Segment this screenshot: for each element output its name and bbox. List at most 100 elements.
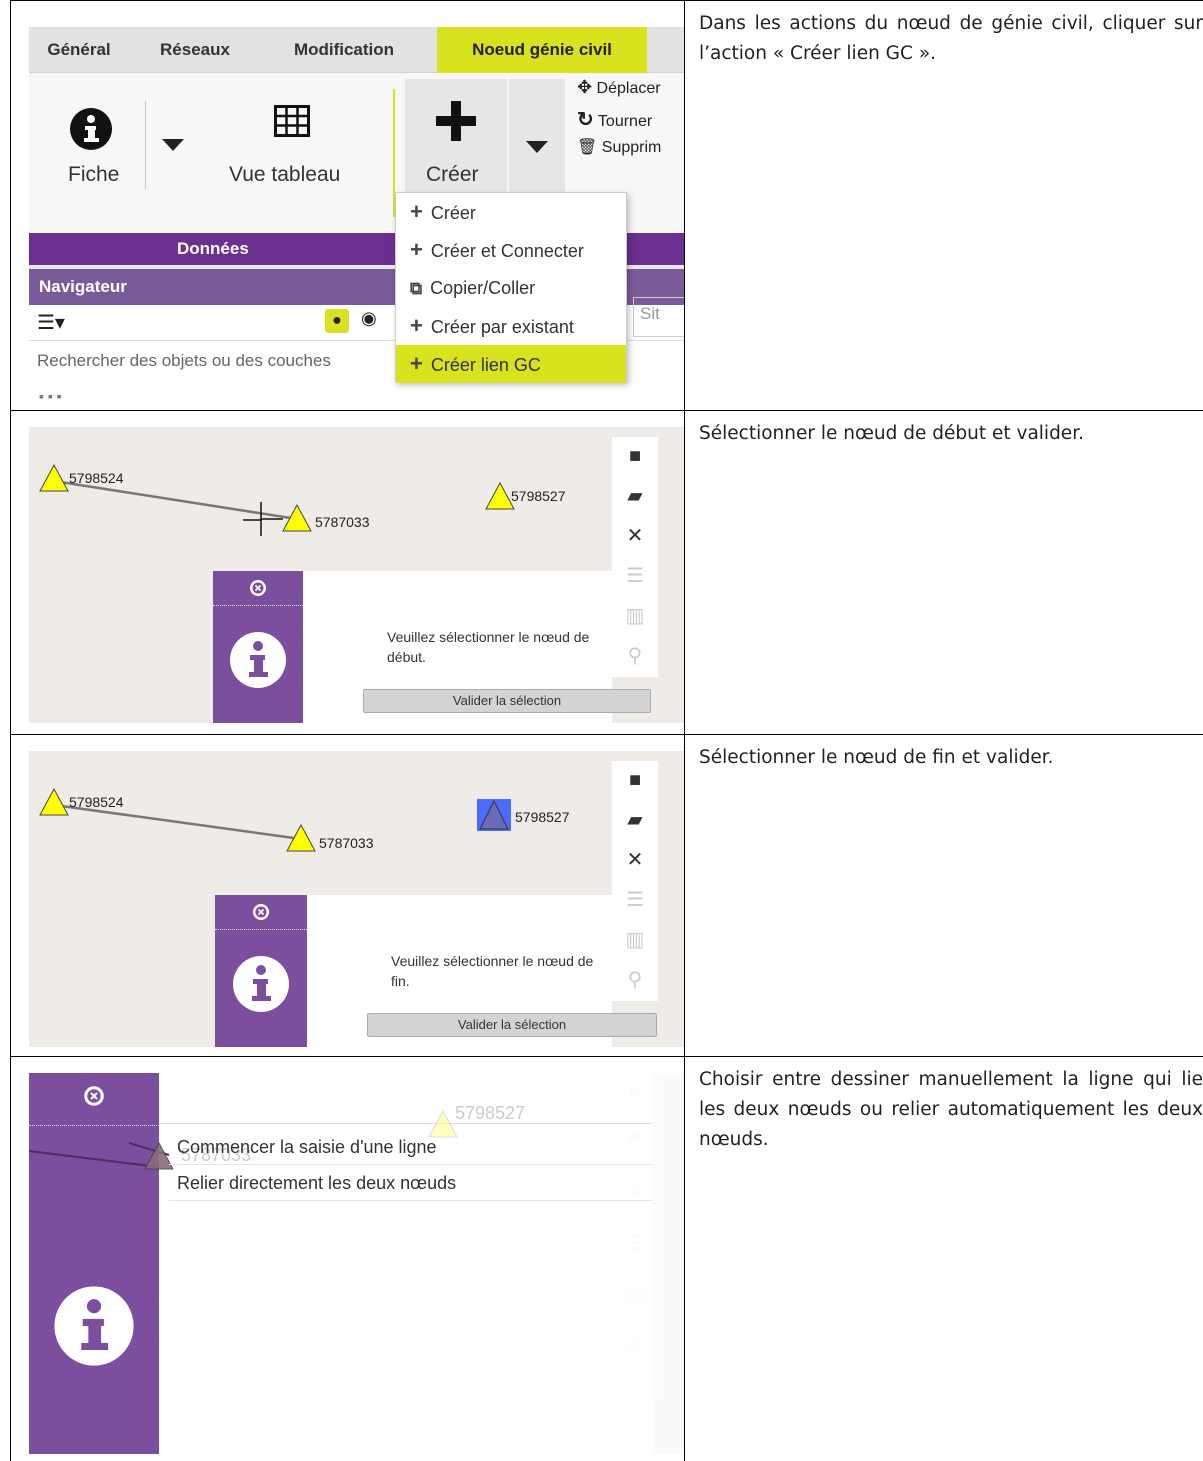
bookmark-icon[interactable]: ■: [612, 437, 658, 475]
menu-item-creer-connecter[interactable]: + Créer et Connecter: [396, 231, 626, 269]
ribbon-tabs: Général Réseaux Modification Noeud génie…: [29, 27, 684, 73]
plus-icon: +: [410, 313, 423, 338]
screenshot-cell: 5798524 5787033 5798527 ■ ▰ ✕ ☰ ▥ ⚲ Veui…: [10, 735, 685, 1056]
table-grid-icon: [274, 105, 310, 137]
map-view: 5798524 5787033 5798527 ■ ▰ ✕ ☰ ▥ ⚲ Veui…: [29, 751, 684, 1047]
screenshot-cell: ■ ▰ ✕ ☰ ▥ ⚲: [10, 1057, 685, 1461]
table-row: Général Réseaux Modification Noeud génie…: [10, 0, 1203, 410]
chevron-down-icon[interactable]: [162, 139, 184, 151]
info-panel-body: Veuillez sélectionner le nœud de fin. Va…: [307, 895, 657, 1047]
menu-item-copier-coller[interactable]: ⧉ Copier/Coller: [396, 269, 626, 307]
info-icon: [54, 1286, 134, 1366]
table-row: ■ ▰ ✕ ☰ ▥ ⚲: [10, 1056, 1203, 1461]
divider: [145, 101, 146, 189]
instruction-text: Sélectionner le nœud de fin et valider.: [699, 747, 1054, 768]
deplacer-label: Déplacer: [596, 80, 661, 97]
tab-modification[interactable]: Modification: [269, 27, 419, 73]
option-relier-noeuds[interactable]: Relier directement les deux nœuds: [169, 1165, 653, 1201]
selection-message: Veuillez sélectionner le nœud de début.: [387, 629, 590, 665]
fiche-label: Fiche: [68, 163, 120, 186]
info-icon: [230, 632, 286, 688]
plus-icon: [436, 101, 476, 141]
info-panel-sidebar: [213, 571, 303, 723]
valider-selection-button[interactable]: Valider la sélection: [363, 689, 651, 713]
map-icon[interactable]: ▥: [612, 921, 658, 959]
rotate-icon: ↻: [577, 109, 594, 131]
divider: [213, 605, 303, 606]
bookmark-icon[interactable]: ■: [612, 761, 658, 799]
supprimer-label: Supprim: [601, 139, 662, 156]
menu-item-creer-existant[interactable]: + Créer par existant: [396, 307, 626, 345]
close-circle-icon[interactable]: [249, 579, 267, 597]
list-icon[interactable]: ☰: [612, 881, 658, 919]
creer-button[interactable]: Créer: [405, 79, 507, 209]
close-circle-icon[interactable]: [252, 903, 270, 921]
tab-noeud-genie-civil[interactable]: Noeud génie civil: [437, 27, 647, 73]
tab-reseaux[interactable]: Réseaux: [145, 27, 245, 73]
info-panel-body: Veuillez sélectionner le nœud de début. …: [303, 571, 651, 723]
navigator-title: Navigateur: [39, 277, 127, 296]
screenshot-cell: Général Réseaux Modification Noeud génie…: [10, 1, 685, 410]
plus-icon: +: [410, 237, 423, 262]
tree-icons: ▪ ▪ ▪: [39, 388, 62, 401]
instruction-text: Choisir entre dessiner manuellement la l…: [699, 1069, 1203, 1150]
map-toolbar: ■ ▰ ✕ ☰ ▥ ⚲: [612, 761, 658, 1001]
supprimer-button[interactable]: 🗑 Supprim: [577, 137, 684, 163]
search-placeholder: Rechercher des objets ou des couches: [37, 351, 331, 370]
creer-label: Créer: [426, 163, 479, 186]
node-label: 5787033: [315, 514, 370, 530]
creer-dropdown-toggle[interactable]: [509, 79, 565, 209]
node-label: 5798524: [69, 470, 124, 486]
selection-message: Veuillez sélectionner le nœud de fin.: [391, 953, 594, 989]
site-input[interactable]: Sit: [633, 297, 684, 337]
node-label: 5798527: [515, 809, 570, 825]
table-row: 5798524 5787033 5798527 ■ ▰ ✕ ☰ ▥ ⚲ Veui…: [10, 410, 1203, 734]
deplacer-button[interactable]: ✥ Déplacer: [577, 77, 684, 103]
plus-icon: +: [410, 199, 423, 224]
map-view: ■ ▰ ✕ ☰ ▥ ⚲: [29, 1073, 684, 1454]
ruler-icon[interactable]: ▰: [612, 477, 658, 515]
tab-general[interactable]: Général: [29, 27, 129, 73]
close-circle-icon[interactable]: [83, 1085, 105, 1107]
pin-icon[interactable]: ⚲: [612, 637, 658, 675]
info-panel-body: 5798527 5787033 Commencer la saisie d'un…: [129, 1073, 653, 1454]
menu-icon[interactable]: ☰▾: [37, 310, 65, 335]
list-icon[interactable]: ☰: [612, 557, 658, 595]
fiche-button[interactable]: Fiche: [49, 87, 129, 197]
tourner-button[interactable]: ↻ Tourner: [577, 107, 684, 133]
divider: [215, 929, 307, 930]
instruction-text: Dans les actions du nœud de génie civil,…: [699, 13, 1203, 64]
tree-row: ▪ ▪ ▪: [29, 382, 684, 401]
info-icon: [70, 108, 112, 150]
trash-icon: 🗑: [577, 139, 598, 156]
chevron-down-icon: [526, 141, 548, 153]
node-label: 5798527: [511, 488, 566, 504]
close-icon[interactable]: ✕: [612, 841, 658, 879]
table-row: 5798524 5787033 5798527 ■ ▰ ✕ ☰ ▥ ⚲ Veui…: [10, 734, 1203, 1056]
map-view: 5798524 5787033 5798527 ■ ▰ ✕ ☰ ▥ ⚲ Veui…: [29, 427, 684, 723]
menu-item-creer-lien-gc[interactable]: + Créer lien GC: [396, 345, 626, 383]
instruction-table: Général Réseaux Modification Noeud génie…: [10, 0, 1203, 1461]
faint-node-label: 5798527: [455, 1103, 526, 1123]
creer-dropdown-menu: + Créer + Créer et Connecter ⧉ Copier/Colle…: [395, 192, 627, 383]
close-icon[interactable]: ✕: [612, 517, 658, 555]
plus-icon: +: [410, 351, 423, 376]
info-panel-sidebar: [215, 895, 307, 1047]
eye-icon[interactable]: ◉: [361, 308, 377, 329]
vue-tableau-button[interactable]: Vue tableau: [219, 87, 369, 197]
map-icon[interactable]: ▥: [612, 597, 658, 635]
screenshot-cell: 5798524 5787033 5798527 ■ ▰ ✕ ☰ ▥ ⚲ Veui…: [10, 411, 685, 734]
map-toolbar: ■ ▰ ✕ ☰ ▥ ⚲: [612, 437, 658, 677]
info-icon: [233, 956, 289, 1012]
copy-icon: ⧉: [410, 279, 423, 298]
valider-selection-button[interactable]: Valider la sélection: [367, 1013, 657, 1037]
instruction-text: Sélectionner le nœud de début et valider…: [699, 423, 1084, 444]
node-label: 5787033: [319, 835, 374, 851]
node-label: 5798524: [69, 794, 124, 810]
option-saisie-ligne[interactable]: Commencer la saisie d'une ligne: [169, 1129, 653, 1165]
globe-icon[interactable]: ●: [325, 309, 349, 333]
menu-item-creer[interactable]: + Créer: [396, 193, 626, 231]
move-icon: ✥: [577, 77, 593, 97]
ruler-icon[interactable]: ▰: [612, 801, 658, 839]
pin-icon[interactable]: ⚲: [612, 961, 658, 999]
